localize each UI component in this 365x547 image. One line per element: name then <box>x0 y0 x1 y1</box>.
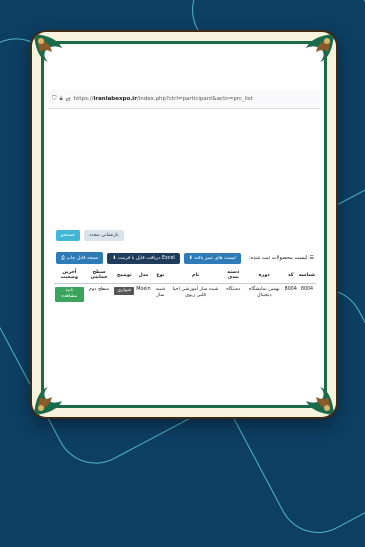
cell-description: شواری <box>113 284 135 305</box>
address-bar[interactable]: ⛉ 🔒︎ ⇄ https://iranlabexpo.ir/index.php?… <box>48 90 320 109</box>
browser-screen: ⛉ 🔒︎ ⇄ https://iranlabexpo.ir/index.php?… <box>48 90 320 380</box>
list-icon: ☰ <box>309 255 314 261</box>
col-model: مدل <box>135 267 152 284</box>
ornament-corner-icon <box>306 34 334 62</box>
url-host: iranlabexpo.ir <box>93 96 137 102</box>
reset-button[interactable]: بازنشانی مجدد <box>84 230 124 241</box>
cell-support-level: سطح دوم <box>89 287 110 292</box>
cell-period: نهمین نمایشگاه دیجیتال <box>248 287 280 299</box>
col-code: کد <box>283 267 298 284</box>
col-period: دوره <box>244 267 284 284</box>
list-title-text: لیست محصولات ثبت شده: <box>248 255 308 261</box>
cell-code: 8004 <box>284 287 297 292</box>
cell-type: شبیه ساز <box>155 287 166 299</box>
col-status: آخرین وضعیت <box>54 267 85 284</box>
lock-icon: 🔒︎ <box>59 95 63 102</box>
search-button[interactable]: جستجو <box>56 230 81 241</box>
description-button[interactable]: شواری <box>114 287 135 296</box>
table-header-row: شناسه کد دوره دسته بندی نام نوع مدل توضی… <box>54 267 316 284</box>
status-badge[interactable]: تایید مشاهده <box>55 287 84 302</box>
col-name: نام <box>169 267 222 284</box>
col-category: دسته بندی <box>221 267 245 284</box>
top-items-button[interactable]: ⬇ لیست های تمیز یافته <box>183 252 241 264</box>
site-permissions-icon[interactable]: ⇄ <box>66 96 71 103</box>
url-prefix: https:// <box>73 96 94 102</box>
cell-id: 8004 <box>300 287 314 292</box>
cell-category: دستگاه <box>226 287 241 292</box>
list-title: ☰ لیست محصولات ثبت شده: <box>249 255 314 261</box>
cell-name: شبیه ساز آموزشی احیا قلبی ریوی <box>172 287 219 299</box>
top-items-label: لیست های تمیز یافته <box>194 255 236 261</box>
table-row[interactable]: 8004 8004 نهمین نمایشگاه دیجیتال دستگاه … <box>54 284 316 305</box>
url-text[interactable]: https://iranlabexpo.ir/index.php?ctrl=pa… <box>74 96 253 102</box>
url-path: /index.php?ctrl=participant&actn=prc_lis… <box>136 96 253 102</box>
col-id: شناسه <box>297 267 316 284</box>
products-table: شناسه کد دوره دسته بندی نام نوع مدل توضی… <box>54 267 316 305</box>
print-button[interactable]: ⎙ نسخه قابل چاپ <box>56 252 104 264</box>
col-description: توضیح <box>113 267 136 284</box>
list-actions: ⎙ نسخه قابل چاپ ⬇ دریافت فایل با فرمت Ex… <box>56 252 314 264</box>
cell-status: تایید مشاهده <box>54 284 85 305</box>
col-support-level: سطح حمایتی <box>84 267 114 284</box>
excel-button-label: دریافت فایل با فرمت Excel <box>117 255 175 261</box>
ornament-corner-icon <box>34 34 62 62</box>
col-type: نوع <box>151 267 170 284</box>
print-button-label: نسخه قابل چاپ <box>66 256 99 261</box>
shield-icon: ⛉ <box>52 95 57 102</box>
filter-actions: جستجو بازنشانی مجدد <box>56 230 124 241</box>
ornamental-frame: ⛉ 🔒︎ ⇄ https://iranlabexpo.ir/index.php?… <box>32 32 336 417</box>
excel-button[interactable]: ⬇ دریافت فایل با فرمت Excel <box>107 252 180 264</box>
cell-model: Moein <box>136 287 151 292</box>
